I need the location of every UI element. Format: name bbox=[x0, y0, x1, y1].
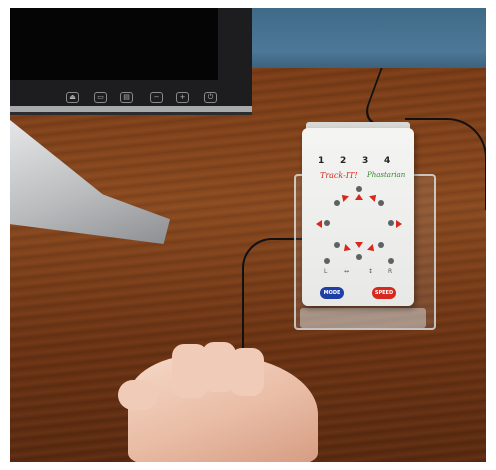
led-indicator bbox=[334, 242, 340, 248]
label-left: L bbox=[324, 268, 328, 275]
led-indicator bbox=[356, 186, 362, 192]
switch-interface-device: 1 2 3 4 Track-IT! Phastarian L ↔ ↕ R MOD… bbox=[302, 128, 414, 306]
arrow-down-icon bbox=[355, 242, 363, 248]
led-indicator bbox=[378, 242, 384, 248]
arrow-right-icon bbox=[396, 220, 402, 228]
device-brand: Track-IT! bbox=[320, 171, 358, 180]
arrow-up-icon bbox=[355, 194, 363, 200]
monitor-button-5[interactable]: + bbox=[176, 92, 189, 103]
port-number-3: 3 bbox=[362, 156, 369, 166]
thumb bbox=[118, 380, 158, 410]
arrow-up-left-icon bbox=[339, 192, 349, 202]
photo: ⏏ ▭ ▤ − + ⏻ 1 2 3 4 Track-IT! Phastarian bbox=[10, 8, 486, 462]
arrow-down-right-icon bbox=[367, 244, 377, 254]
led-indicator bbox=[378, 200, 384, 206]
monitor-bezel-bottom bbox=[10, 106, 252, 112]
port-number-2: 2 bbox=[340, 156, 347, 166]
led-indicator bbox=[324, 258, 330, 264]
arrow-down-left-icon bbox=[341, 244, 351, 254]
port-number-1: 1 bbox=[318, 156, 325, 166]
acrylic-holder-base bbox=[300, 308, 426, 328]
arrow-left-icon bbox=[316, 220, 322, 228]
finger bbox=[230, 348, 264, 396]
led-indicator bbox=[388, 220, 394, 226]
monitor-button-2[interactable]: ▭ bbox=[94, 92, 107, 103]
label-right: R bbox=[388, 268, 393, 275]
monitor-screen bbox=[10, 8, 218, 80]
led-indicator bbox=[324, 220, 330, 226]
led-indicator bbox=[388, 258, 394, 264]
device-logo: Phastarian bbox=[367, 171, 406, 179]
label-horizontal: ↔ bbox=[344, 268, 350, 275]
speed-button[interactable]: SPEED bbox=[372, 287, 396, 299]
mode-button[interactable]: MODE bbox=[320, 287, 344, 299]
computer-monitor: ⏏ ▭ ▤ − + ⏻ bbox=[10, 8, 252, 115]
monitor-button-1[interactable]: ⏏ bbox=[66, 92, 79, 103]
monitor-power-button[interactable]: ⏻ bbox=[204, 92, 217, 103]
monitor-button-3[interactable]: ▤ bbox=[120, 92, 133, 103]
monitor-button-4[interactable]: − bbox=[150, 92, 163, 103]
led-indicator bbox=[356, 254, 362, 260]
led-indicator bbox=[334, 200, 340, 206]
port-number-4: 4 bbox=[384, 156, 391, 166]
label-vertical: ↕ bbox=[368, 268, 374, 275]
